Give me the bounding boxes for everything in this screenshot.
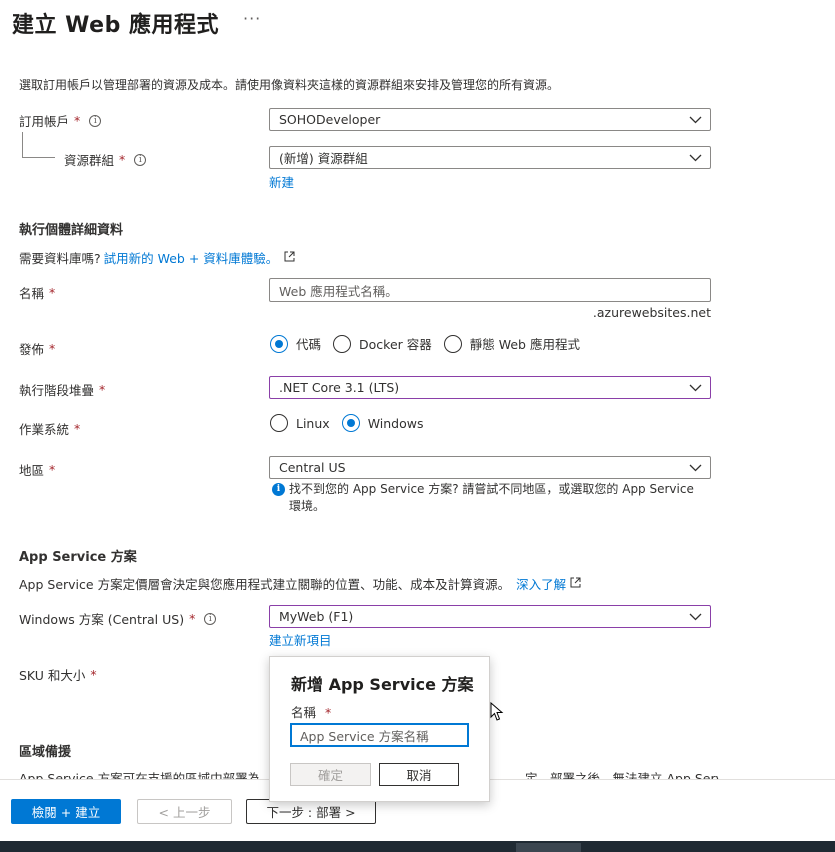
region-value: Central US [279,460,346,475]
database-prompt: 需要資料庫嗎? 試用新的 Web + 資料庫體驗。 [19,248,295,267]
region-note-text: 找不到您的 App Service 方案? 請嘗試不同地區，或選取您的 App … [289,481,694,515]
required-asterisk: * [74,421,81,436]
name-label-text: 名稱 [19,286,45,301]
plan-description: App Service 方案定價層會決定與您應用程式建立關聯的位置、功能、成本及… [19,574,581,593]
runtime-stack-dropdown[interactable]: .NET Core 3.1 (LTS) [269,376,711,399]
popup-name-label-text: 名稱 [291,705,317,720]
next-deployment-button[interactable]: 下一步 : 部署 > [246,799,376,824]
chevron-down-icon [680,377,710,398]
resource-group-label: 資源群組 * i [64,150,147,169]
resource-group-new-link[interactable]: 新建 [269,172,294,191]
region-label: 地區 * [19,460,55,479]
os-radio-windows[interactable] [341,414,360,432]
plan-section-title: App Service 方案 [19,550,137,565]
required-asterisk: * [99,382,106,397]
external-link-icon [570,576,581,591]
subscription-value: SOHODeveloper [279,112,381,127]
required-asterisk: * [90,667,97,682]
chevron-down-icon [680,457,710,478]
resource-group-value: (新增) 資源群組 [279,151,368,166]
sku-label-text: SKU 和大小 [19,668,86,683]
try-web-database-link[interactable]: 試用新的 Web + 資料庫體驗。 [104,248,279,267]
required-asterisk: * [74,113,81,128]
subscription-label-text: 訂用帳戶 [19,114,70,129]
os-option-label: Windows [367,415,424,431]
region-label-text: 地區 [19,463,45,478]
publish-option-label: 代碼 [296,337,322,352]
create-new-plan-link[interactable]: 建立新項目 [269,630,332,649]
previous-button: < 上一步 [137,799,232,824]
os-radio-group: Linux Windows [270,414,436,432]
runtime-value: .NET Core 3.1 (LTS) [279,380,400,395]
cancel-button[interactable]: 取消 [379,763,459,786]
database-prompt-text: 需要資料庫嗎? [19,251,101,266]
region-note-line: 環境。 [289,499,326,513]
region-info-note: i 找不到您的 App Service 方案? 請嘗試不同地區，或選取您的 Ap… [272,481,712,515]
zone-text-left: App Service 方案可在支援的區域中部署為 [19,771,261,779]
windows-plan-value: MyWeb (F1) [279,609,354,624]
popup-name-label: 名稱 * [291,702,331,721]
info-icon[interactable]: i [134,153,147,166]
new-plan-popup: 新增 App Service 方案 名稱 * App Service 方案名稱 … [269,656,490,802]
app-name-input[interactable]: Web 應用程式名稱。 [269,278,711,302]
os-option-label: Linux [296,415,330,431]
ok-button: 確定 [290,763,371,786]
os-radio-linux[interactable] [270,414,288,432]
runtime-label-text: 執行階段堆疊 [19,383,95,398]
chevron-down-icon [680,147,710,168]
runtime-label: 執行階段堆疊 * [19,380,105,399]
page-description: 選取訂用帳戶以管理部署的資源及成本。請使用像資料夾這樣的資源群組來安排及管理您的… [19,78,560,92]
more-options-icon[interactable]: ··· [243,9,261,28]
publish-radio-code[interactable] [270,334,288,353]
instance-section-title: 執行個體詳細資料 [19,223,124,238]
info-icon[interactable]: i [204,612,217,625]
external-link-icon [284,250,295,265]
chevron-down-icon [680,109,710,130]
required-asterisk: * [189,611,196,626]
publish-radio-static[interactable] [443,334,462,353]
plan-name-input[interactable]: App Service 方案名稱 [290,723,469,747]
publish-label-text: 發佈 [19,342,45,357]
review-create-button[interactable]: 檢閱 + 建立 [11,799,121,824]
tree-connector [22,157,55,158]
resource-group-label-text: 資源群組 [64,153,115,168]
region-dropdown[interactable]: Central US [269,456,711,479]
publish-radio-docker[interactable] [333,334,352,353]
taskbar-item[interactable] [516,843,581,852]
page-title: 建立 Web 應用程式 [12,13,219,38]
plan-description-text: App Service 方案定價層會決定與您應用程式建立關聯的位置、功能、成本及… [19,577,511,592]
sku-label: SKU 和大小 * [19,665,97,684]
required-asterisk: * [49,285,56,300]
chevron-down-icon [680,606,710,627]
required-asterisk: * [325,705,332,720]
zone-text-right: 定。部署之後，無法建立 App Service [525,771,719,779]
os-label-text: 作業系統 [19,422,70,437]
publish-label: 發佈 * [19,339,55,358]
publish-radio-group: 代碼 Docker 容器 靜態 Web 應用程式 [270,334,592,353]
zone-section-title: 區域備援 [19,745,72,760]
info-icon[interactable]: i [89,114,102,127]
os-label: 作業系統 * [19,419,80,438]
subscription-label: 訂用帳戶 * i [19,111,102,130]
windows-plan-dropdown[interactable]: MyWeb (F1) [269,605,711,628]
region-note-line: 找不到您的 App Service 方案? 請嘗試不同地區，或選取您的 App … [289,482,694,496]
mouse-cursor-icon [490,701,504,725]
tree-connector [22,132,23,157]
required-asterisk: * [119,152,126,167]
learn-more-link[interactable]: 深入了解 [516,574,566,593]
taskbar [0,841,835,852]
resource-group-dropdown[interactable]: (新增) 資源群組 [269,146,711,169]
publish-option-label: 靜態 Web 應用程式 [469,337,580,352]
windows-plan-label: Windows 方案 (Central US) * i [19,609,217,628]
name-label: 名稱 * [19,283,55,302]
subscription-dropdown[interactable]: SOHODeveloper [269,108,711,131]
publish-option-label: Docker 容器 [359,337,432,352]
required-asterisk: * [49,462,56,477]
info-filled-icon: i [272,483,285,496]
windows-plan-label-text: Windows 方案 (Central US) [19,612,185,627]
domain-suffix: .azurewebsites.net [592,305,711,320]
required-asterisk: * [49,341,56,356]
popup-title: 新增 App Service 方案 [291,675,474,694]
